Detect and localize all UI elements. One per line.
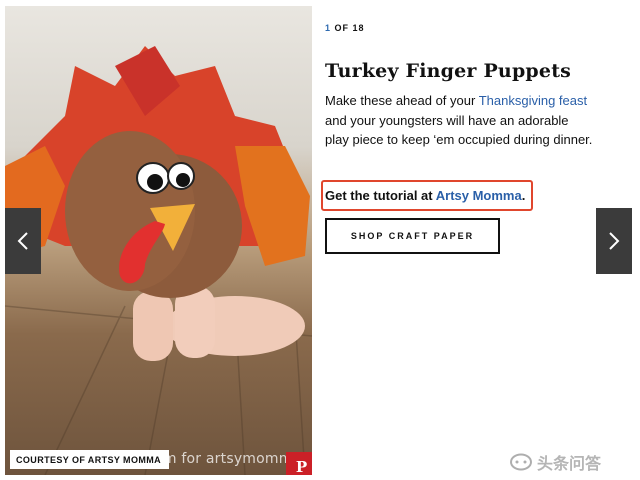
slide-counter: 1 OF 18	[325, 23, 365, 33]
pinterest-icon: P	[295, 457, 308, 476]
brand-text: 头条问答	[537, 456, 602, 473]
chevron-left-icon	[17, 232, 28, 250]
photo-credit: COURTESY OF ARTSY MOMMA	[10, 450, 170, 469]
thanksgiving-feast-link[interactable]: Thanksgiving feast	[479, 93, 587, 108]
description-text-1: Make these ahead of your	[325, 93, 479, 108]
tutorial-suffix: .	[521, 188, 526, 203]
chevron-right-icon	[609, 232, 620, 250]
shop-craft-paper-button[interactable]: SHOP CRAFT PAPER	[325, 218, 500, 254]
tutorial-prefix: Get the tutorial at	[325, 188, 436, 203]
slide-description: Make these ahead of your Thanksgiving fe…	[325, 91, 593, 150]
slide-photo: iheartcraftythings.com for artsymomma CO…	[5, 6, 312, 475]
slide-total: 18	[352, 23, 365, 33]
slide-title: Turkey Finger Puppets	[325, 60, 572, 82]
slide-current: 1	[325, 23, 332, 33]
pinterest-button[interactable]: P	[286, 452, 312, 475]
next-slide-button[interactable]	[596, 208, 632, 274]
previous-slide-button[interactable]	[5, 208, 41, 274]
slide-details: 1 OF 18 Turkey Finger Puppets Make these…	[312, 6, 596, 475]
artsy-momma-link[interactable]: Artsy Momma	[436, 188, 522, 203]
slide-separator: OF	[334, 23, 350, 33]
brand-watermark: 头条问答	[510, 450, 601, 474]
brand-logo-icon	[510, 453, 532, 471]
tutorial-line: Get the tutorial at Artsy Momma.	[325, 188, 525, 203]
description-text-2: and your youngsters will have an adorabl…	[325, 112, 593, 148]
turkey-puppet-illustration	[5, 46, 312, 475]
